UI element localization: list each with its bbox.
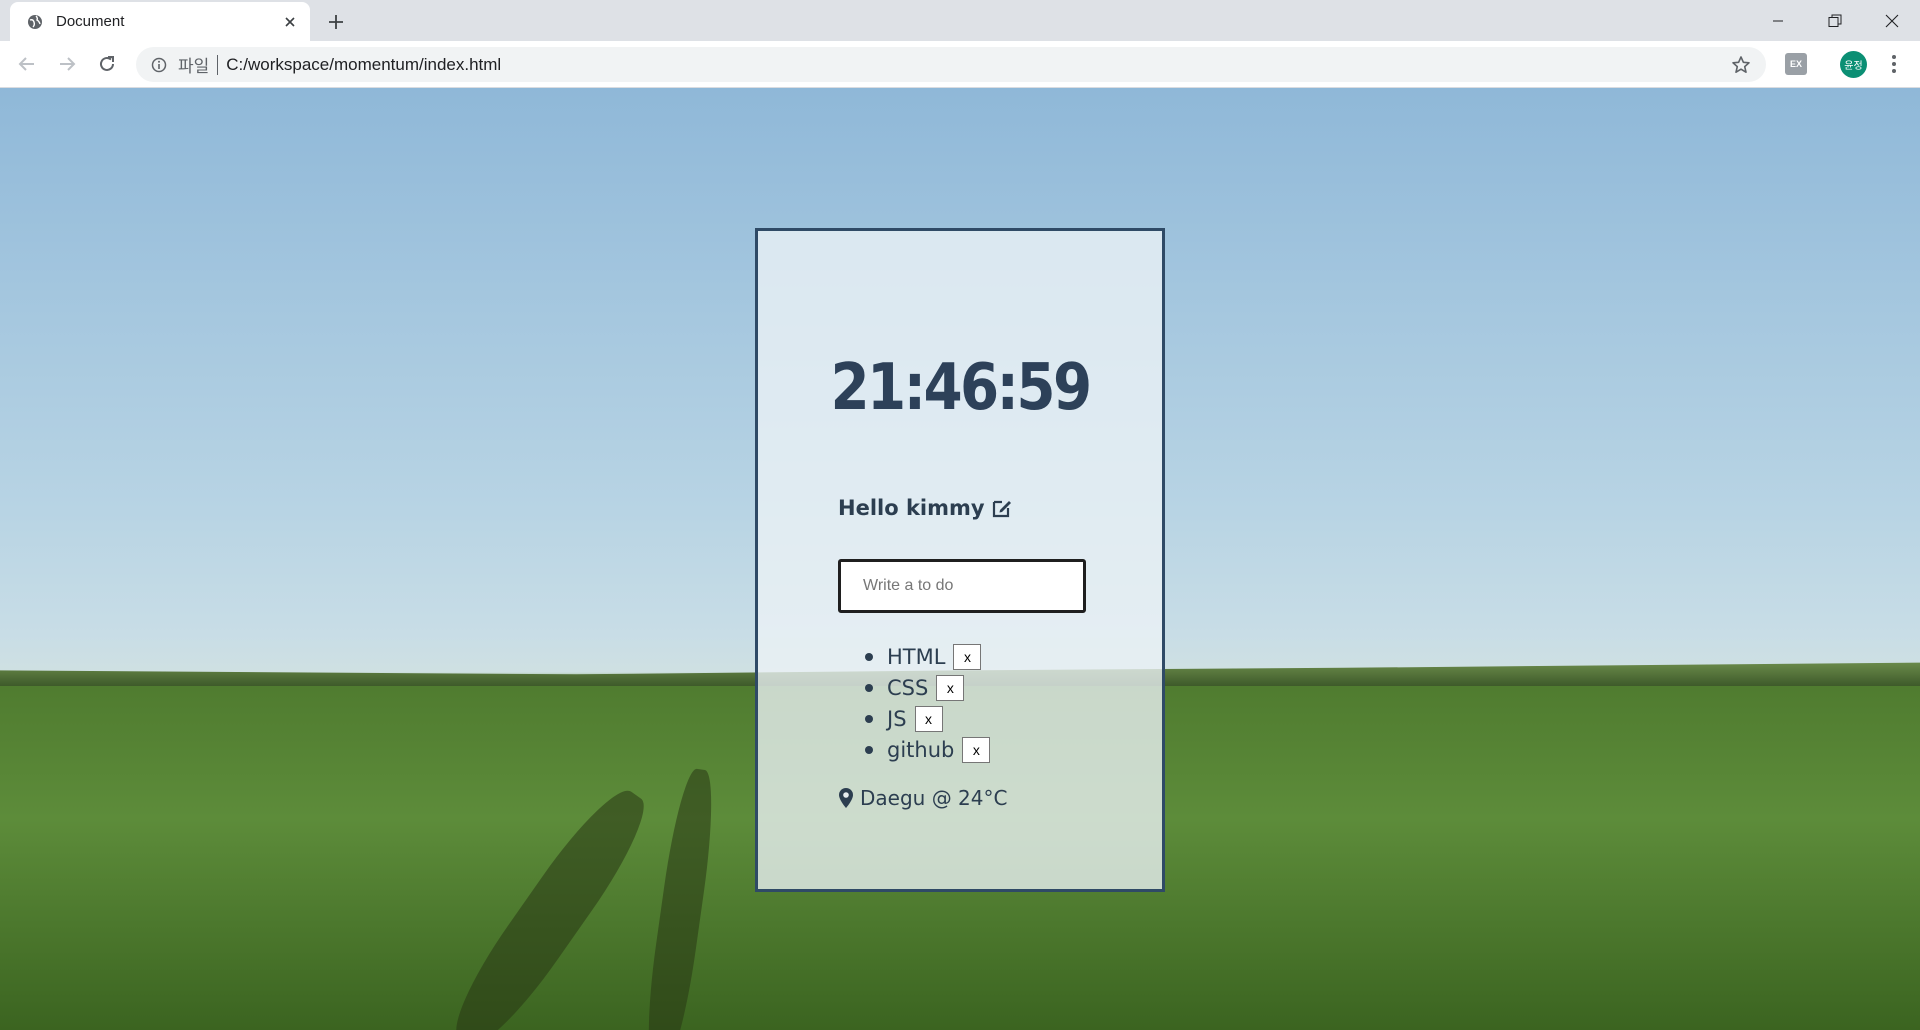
- url-scheme-label: 파일: [178, 57, 210, 77]
- restore-icon[interactable]: [1806, 0, 1863, 41]
- minimize-icon[interactable]: [1749, 0, 1806, 41]
- browser-toolbar: 파일 C:/workspace/momentum/index.html EX 윤…: [0, 41, 1920, 88]
- list-item: HTML x: [865, 641, 990, 672]
- tab-title: Document: [56, 13, 125, 30]
- todo-text: JS: [887, 706, 907, 731]
- delete-todo-button[interactable]: x: [914, 705, 943, 732]
- list-item: JS x: [865, 703, 990, 734]
- bookmark-star-icon[interactable]: [1730, 54, 1752, 76]
- forward-arrow-icon[interactable]: [55, 52, 79, 76]
- browser-tab[interactable]: Document: [10, 2, 310, 41]
- delete-todo-button[interactable]: x: [953, 643, 982, 670]
- address-bar[interactable]: 파일 C:/workspace/momentum/index.html: [136, 47, 1766, 82]
- reload-icon[interactable]: [95, 52, 119, 76]
- greeting-text: Hello kimmy: [838, 496, 985, 520]
- delete-todo-button[interactable]: x: [962, 736, 991, 763]
- page-viewport: 21:46:59 Hello kimmy HTML x CSS x JS x: [0, 88, 1920, 1030]
- weather: Daegu @ 24°C: [838, 786, 1007, 810]
- todo-text: CSS: [887, 675, 929, 700]
- back-arrow-icon[interactable]: [15, 52, 39, 76]
- list-bullet: [865, 745, 873, 754]
- momentum-card: 21:46:59 Hello kimmy HTML x CSS x JS x: [755, 228, 1165, 892]
- browser-tab-bar: Document: [0, 0, 1920, 41]
- clock: 21:46:59: [830, 351, 1092, 425]
- url-separator: [217, 54, 219, 75]
- profile-avatar[interactable]: 윤정: [1840, 51, 1867, 78]
- close-window-icon[interactable]: [1863, 0, 1920, 41]
- delete-todo-button[interactable]: x: [936, 674, 965, 701]
- info-icon[interactable]: [150, 56, 168, 74]
- todo-text: github: [887, 737, 955, 762]
- list-bullet: [865, 714, 873, 723]
- todo-text: HTML: [887, 644, 946, 669]
- greeting: Hello kimmy: [838, 496, 1013, 520]
- new-tab-icon[interactable]: [324, 10, 348, 34]
- edit-icon[interactable]: [991, 497, 1013, 519]
- todo-input[interactable]: [838, 559, 1086, 613]
- list-bullet: [865, 683, 873, 692]
- weather-text: Daegu @ 24°C: [860, 786, 1008, 810]
- list-item: CSS x: [865, 672, 990, 703]
- menu-dots-icon[interactable]: [1884, 52, 1904, 76]
- todo-list: HTML x CSS x JS x github x: [865, 641, 991, 765]
- window-controls: [1749, 0, 1920, 41]
- list-bullet: [865, 652, 873, 661]
- list-item: github x: [865, 734, 991, 765]
- url-text[interactable]: C:/workspace/momentum/index.html: [226, 55, 501, 75]
- extension-icon[interactable]: EX: [1785, 53, 1807, 75]
- close-tab-icon[interactable]: [280, 12, 300, 32]
- map-pin-icon: [838, 787, 854, 809]
- globe-icon: [26, 13, 44, 31]
